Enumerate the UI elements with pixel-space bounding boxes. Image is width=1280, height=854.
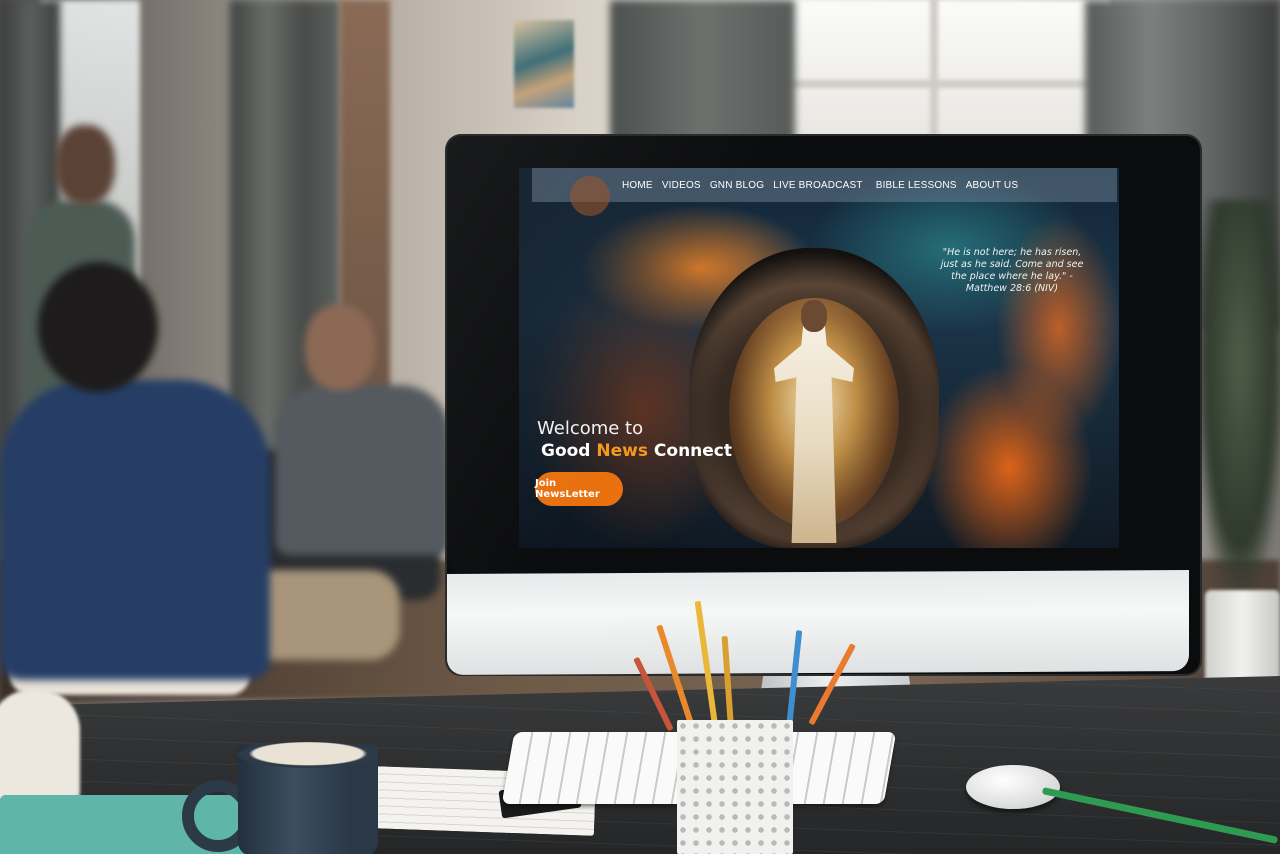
site-logo[interactable] (570, 176, 610, 216)
brand-word-news: News (596, 441, 648, 461)
nav-gnn-blog[interactable]: GNN BLOG (710, 180, 764, 191)
person-seated-woman (0, 380, 270, 680)
pencil-holder (677, 720, 793, 854)
plant (1195, 200, 1280, 600)
nav-home[interactable]: HOME (622, 180, 653, 191)
risen-figure-head (801, 300, 827, 332)
nav-live-broadcast[interactable]: LIVE BROADCAST (773, 180, 863, 191)
person-seated-woman-head (38, 262, 158, 392)
monitor-screen: HOME VIDEOS GNN BLOG LIVE BROADCAST BIBL… (519, 168, 1119, 548)
nav-videos[interactable]: VIDEOS (662, 180, 701, 191)
nav-bible-lessons[interactable]: BIBLE LESSONS (876, 180, 957, 191)
curtain (610, 0, 795, 145)
person-seated-man (275, 385, 450, 555)
hero-brand: Good News Connect (541, 441, 732, 461)
mug-rim (238, 742, 378, 768)
bible-verse: "He is not here; he has risen, just as h… (940, 247, 1084, 294)
brand-word-good: Good (541, 441, 591, 461)
wall-poster (514, 20, 574, 108)
nav-about-us[interactable]: ABOUT US (966, 180, 1019, 191)
person-standing-head (55, 125, 115, 205)
person-seated-man-head (305, 305, 375, 390)
hero-welcome: Welcome to (537, 418, 644, 439)
join-newsletter-button[interactable]: Join NewsLetter (535, 472, 623, 506)
plant-pot (1205, 590, 1280, 685)
brand-word-connect: Connect (653, 441, 733, 461)
site-nav: HOME VIDEOS GNN BLOG LIVE BROADCAST BIBL… (532, 168, 1117, 216)
window-right (790, 0, 1110, 145)
monitor-chin (447, 570, 1189, 675)
